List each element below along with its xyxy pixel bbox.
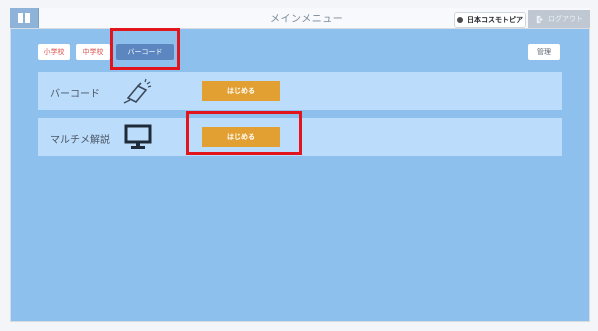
page-title: メインメニュー [270, 14, 344, 25]
row-label: マルチメ解説 [50, 135, 110, 146]
tab-elementary[interactable]: 小学校 [38, 44, 70, 60]
brand-text: 日本コスモトピア [467, 16, 523, 24]
app-window: メインメニュー 日本コスモトピア ログアウト 小学校 中学校 バーコード 管理 … [0, 0, 598, 331]
brand-dot-icon [457, 17, 463, 23]
menu-book-button[interactable] [10, 8, 39, 28]
book-icon [18, 13, 30, 23]
manage-button[interactable]: 管理 [528, 44, 560, 60]
start-button-barcode[interactable]: はじめる [202, 81, 280, 101]
list-item-barcode: バーコード はじめる [38, 72, 562, 110]
logout-label: ログアウト [548, 15, 583, 23]
highlight-box-tab [110, 28, 180, 70]
barcode-scanner-icon [123, 78, 152, 104]
brand-badge: 日本コスモトピア [454, 12, 526, 28]
highlight-box-start [186, 111, 302, 155]
monitor-icon [124, 124, 152, 149]
logout-button[interactable]: ログアウト [528, 10, 590, 28]
logout-icon [536, 15, 544, 23]
row-label: バーコード [50, 89, 100, 100]
tab-junior-high[interactable]: 中学校 [76, 44, 110, 60]
